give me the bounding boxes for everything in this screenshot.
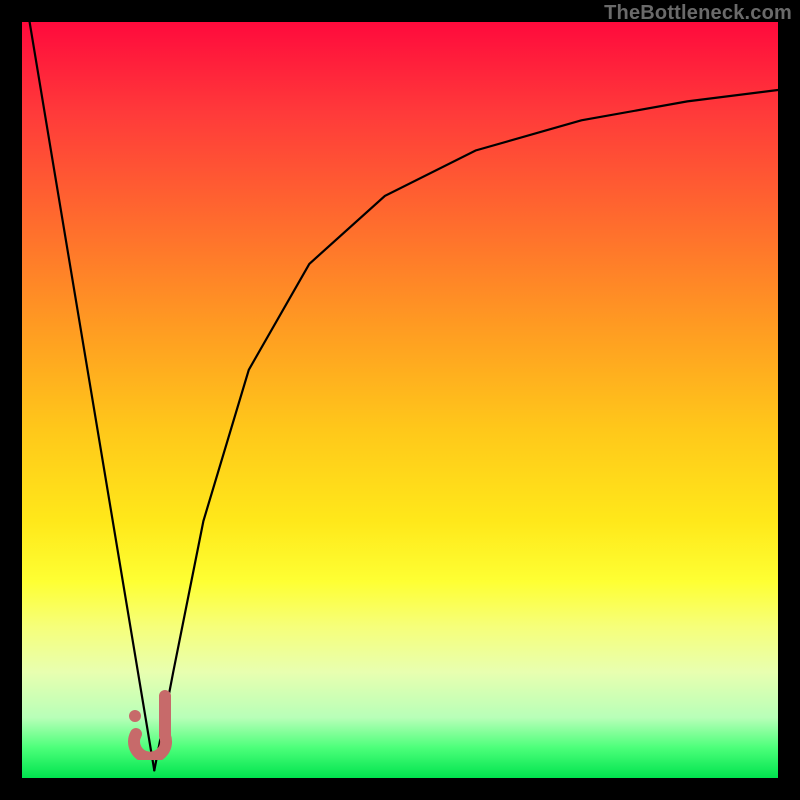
curve-layer <box>22 22 778 778</box>
plot-area <box>22 22 778 778</box>
chart-frame: TheBottleneck.com <box>0 0 800 800</box>
curve-left-branch <box>30 22 155 770</box>
curve-right-branch <box>154 90 778 770</box>
optimal-point-marker <box>125 690 183 760</box>
watermark-text: TheBottleneck.com <box>604 2 792 25</box>
